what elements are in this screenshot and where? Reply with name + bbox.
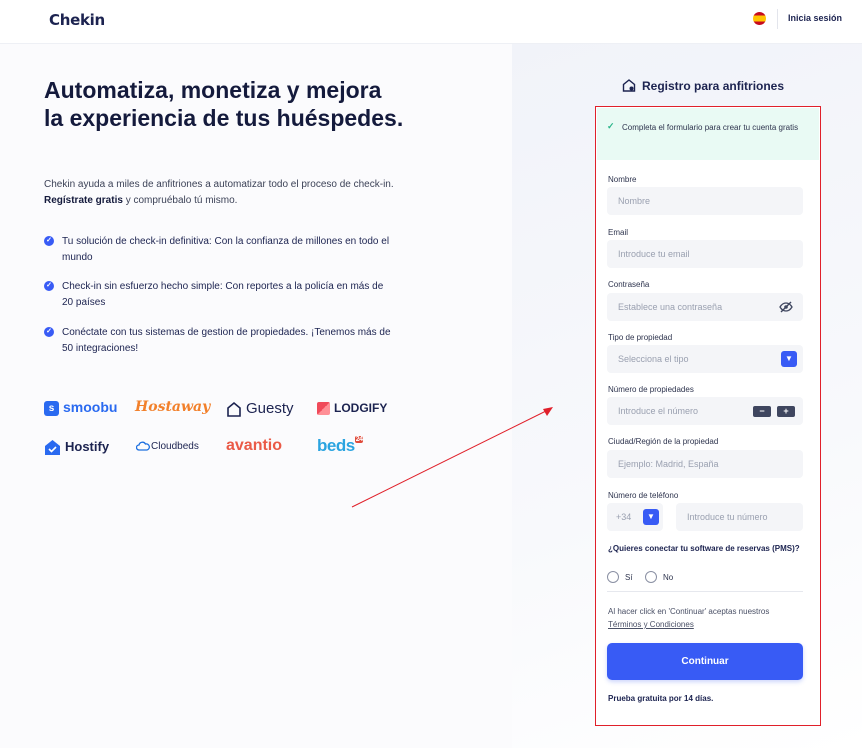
benefit-text: Check-in sin esfuerzo hecho simple: Con …: [62, 281, 384, 308]
login-link[interactable]: Inicia sesión: [788, 13, 842, 23]
trial-text: Prueba gratuita por 14 días.: [608, 694, 714, 703]
chevron-down-icon[interactable]: ▼: [781, 351, 797, 367]
top-header: Chekin Inicia sesión: [0, 0, 862, 44]
check-circle-icon: ✓: [44, 327, 54, 337]
phone-prefix-value: +34: [616, 512, 632, 522]
smoobu-text: smoobu: [63, 399, 118, 415]
check-circle-icon: ✓: [44, 236, 54, 246]
email-input[interactable]: [607, 240, 803, 268]
avantio-logo: avantio: [226, 437, 283, 454]
header-divider: [777, 9, 778, 29]
house-icon: [227, 401, 241, 417]
cloudbeds-text: Cloudbeds: [151, 441, 199, 452]
property-type-placeholder: Selecciona el tipo: [618, 354, 689, 364]
smoobu-logo: s smoobu: [44, 399, 117, 416]
guesty-logo: Guesty: [226, 400, 294, 417]
phone-label: Número de teléfono: [608, 491, 679, 500]
registration-form: ✓ Completa el formulario para crear tu c…: [595, 106, 821, 726]
pms-no-radio[interactable]: [645, 571, 657, 583]
check-circle-icon: ✓: [44, 281, 54, 291]
beds24-logo: beds24: [317, 436, 364, 456]
hero-desc-bold: Regístrate gratis: [44, 195, 123, 206]
password-placeholder: Establece una contraseña: [618, 302, 723, 312]
continue-button[interactable]: Continuar: [607, 643, 803, 680]
cloud-icon: [136, 441, 150, 452]
email-label: Email: [608, 228, 629, 237]
city-label: Ciudad/Región de la propiedad: [608, 437, 719, 446]
city-input[interactable]: [607, 450, 803, 478]
property-type-select[interactable]: Selecciona el tipo ▼: [607, 345, 803, 373]
chekin-logo[interactable]: Chekin: [49, 11, 105, 29]
pms-yes-radio[interactable]: [607, 571, 619, 583]
pms-no-label[interactable]: No: [663, 573, 673, 582]
minus-icon[interactable]: −: [753, 406, 771, 417]
registration-title-text: Registro para anfitriones: [642, 79, 785, 93]
beds24-badge: 24: [354, 436, 364, 443]
hostaway-logo: Hostaway: [135, 399, 211, 415]
form-notice-text: Completa el formulario para crear tu cue…: [622, 123, 799, 132]
spain-flag-icon[interactable]: [753, 12, 766, 25]
password-field[interactable]: Establece una contraseña: [607, 293, 803, 321]
left-panel: [0, 44, 512, 748]
hero-desc-text: Chekin ayuda a miles de anfitriones a au…: [44, 179, 394, 190]
password-label: Contraseña: [608, 280, 650, 289]
properties-count-label: Número de propiedades: [608, 385, 694, 394]
plus-icon[interactable]: +: [777, 406, 795, 417]
hero-title: Automatiza, monetiza y mejora la experie…: [44, 77, 404, 131]
hostify-logo: Hostify: [44, 439, 109, 456]
property-type-label: Tipo de propiedad: [608, 333, 673, 342]
house-key-icon: [622, 79, 636, 92]
chevron-down-icon[interactable]: ▼: [643, 509, 659, 525]
lodgify-logo: LODGIFY: [317, 401, 388, 416]
properties-count-placeholder: Introduce el número: [618, 406, 699, 416]
eye-off-icon[interactable]: [779, 301, 793, 313]
benefit-text: Tu solución de check-in definitiva: Con …: [62, 236, 390, 263]
phone-input[interactable]: [676, 503, 803, 531]
smoobu-icon: s: [44, 400, 59, 416]
terms-text: Al hacer click en 'Continuar' aceptas nu…: [608, 607, 770, 616]
divider: [607, 591, 803, 592]
lodgify-icon: [317, 402, 330, 416]
benefit-text: Conéctate con tus sistemas de gestion de…: [62, 327, 391, 354]
check-icon: ✓: [607, 121, 615, 131]
cloudbeds-logo: Cloudbeds: [136, 441, 199, 452]
form-notice: ✓ Completa el formulario para crear tu c…: [597, 108, 819, 160]
name-input[interactable]: [607, 187, 803, 215]
registration-title: Registro para anfitriones: [622, 79, 784, 93]
lodgify-text: LODGIFY: [334, 401, 388, 415]
hero-desc-suffix: y compruébalo tú mismo.: [122, 195, 238, 206]
terms-notice: Al hacer click en 'Continuar' aceptas nu…: [608, 605, 808, 631]
hostify-text: Hostify: [65, 439, 110, 454]
properties-count-field[interactable]: Introduce el número − +: [607, 397, 803, 425]
hostify-icon: [45, 440, 60, 456]
pms-yes-label[interactable]: Sí: [625, 573, 633, 582]
hero-description: Chekin ayuda a miles de anfitriones a au…: [44, 177, 404, 209]
phone-prefix-select[interactable]: +34 ▼: [607, 503, 663, 531]
guesty-text: Guesty: [246, 400, 294, 417]
pms-question: ¿Quieres conectar tu software de reserva…: [608, 544, 800, 553]
name-label: Nombre: [608, 175, 637, 184]
beds24-text: beds: [317, 436, 355, 455]
terms-link[interactable]: Términos y Condiciones: [608, 620, 694, 629]
